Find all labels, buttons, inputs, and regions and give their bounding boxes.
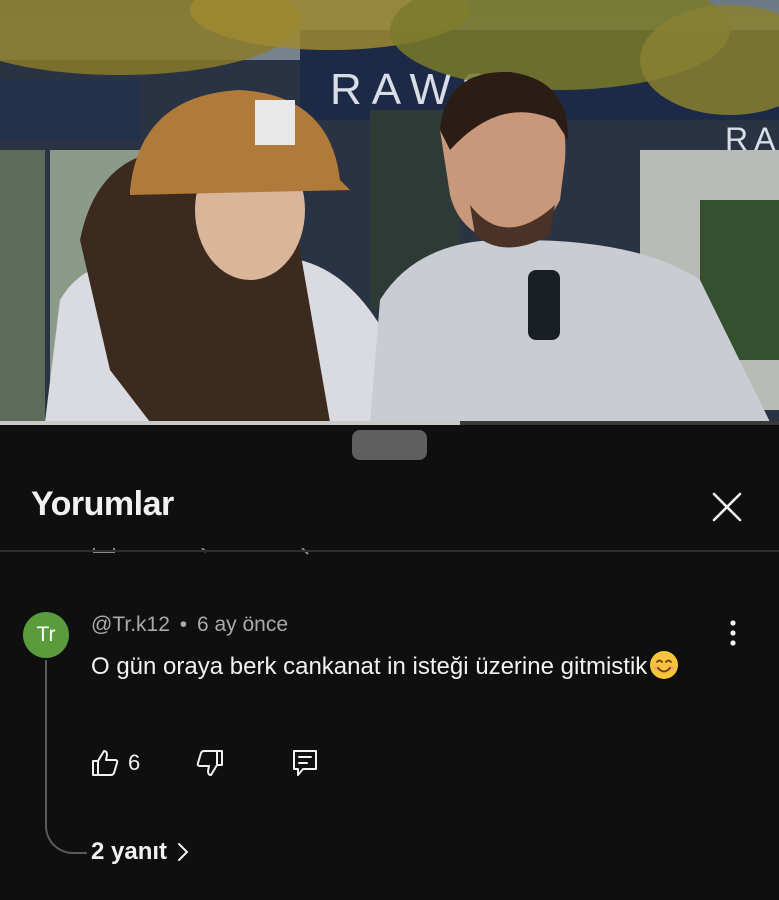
comment-meta: @Tr.k12 • 6 ay önce — [91, 613, 288, 637]
reply-button[interactable] — [291, 745, 319, 781]
storefront-sign-text-right: RAW — [725, 121, 779, 157]
like-button[interactable]: 6 — [90, 745, 140, 781]
thumbs-down-icon — [196, 750, 223, 776]
header-divider — [0, 550, 779, 552]
comment-text: O gün oraya berk cankanat in isteği üzer… — [91, 653, 648, 680]
meta-separator: • — [179, 613, 188, 636]
avatar[interactable]: Tr — [23, 612, 69, 658]
drag-handle[interactable] — [352, 430, 427, 460]
video-player[interactable]: RAWS RAW — [0, 0, 779, 422]
reply-comment-icon — [293, 750, 317, 776]
like-count: 6 — [128, 750, 141, 775]
comment-text-block: O gün oraya berk cankanat in isteği üzer… — [91, 648, 691, 686]
video-frame: RAWS RAW — [0, 0, 779, 422]
replies-label: 2 yanıt — [91, 838, 168, 865]
more-options-icon[interactable] — [720, 618, 746, 648]
dislike-button[interactable] — [195, 745, 225, 781]
sheet-title: Yorumlar — [31, 485, 174, 523]
video-progress-fill — [0, 421, 460, 425]
comment-time: 6 ay önce — [196, 613, 289, 636]
smiling-face-icon — [650, 651, 679, 679]
video-progress-bar[interactable] — [0, 421, 779, 425]
close-icon[interactable] — [709, 489, 745, 525]
comment-author[interactable]: @Tr.k12 — [91, 613, 170, 636]
view-replies-button[interactable]: 2 yanıt — [91, 838, 189, 866]
chevron-right-icon — [178, 843, 189, 861]
thumbs-up-icon — [92, 750, 119, 776]
reply-thread-line — [45, 660, 87, 854]
